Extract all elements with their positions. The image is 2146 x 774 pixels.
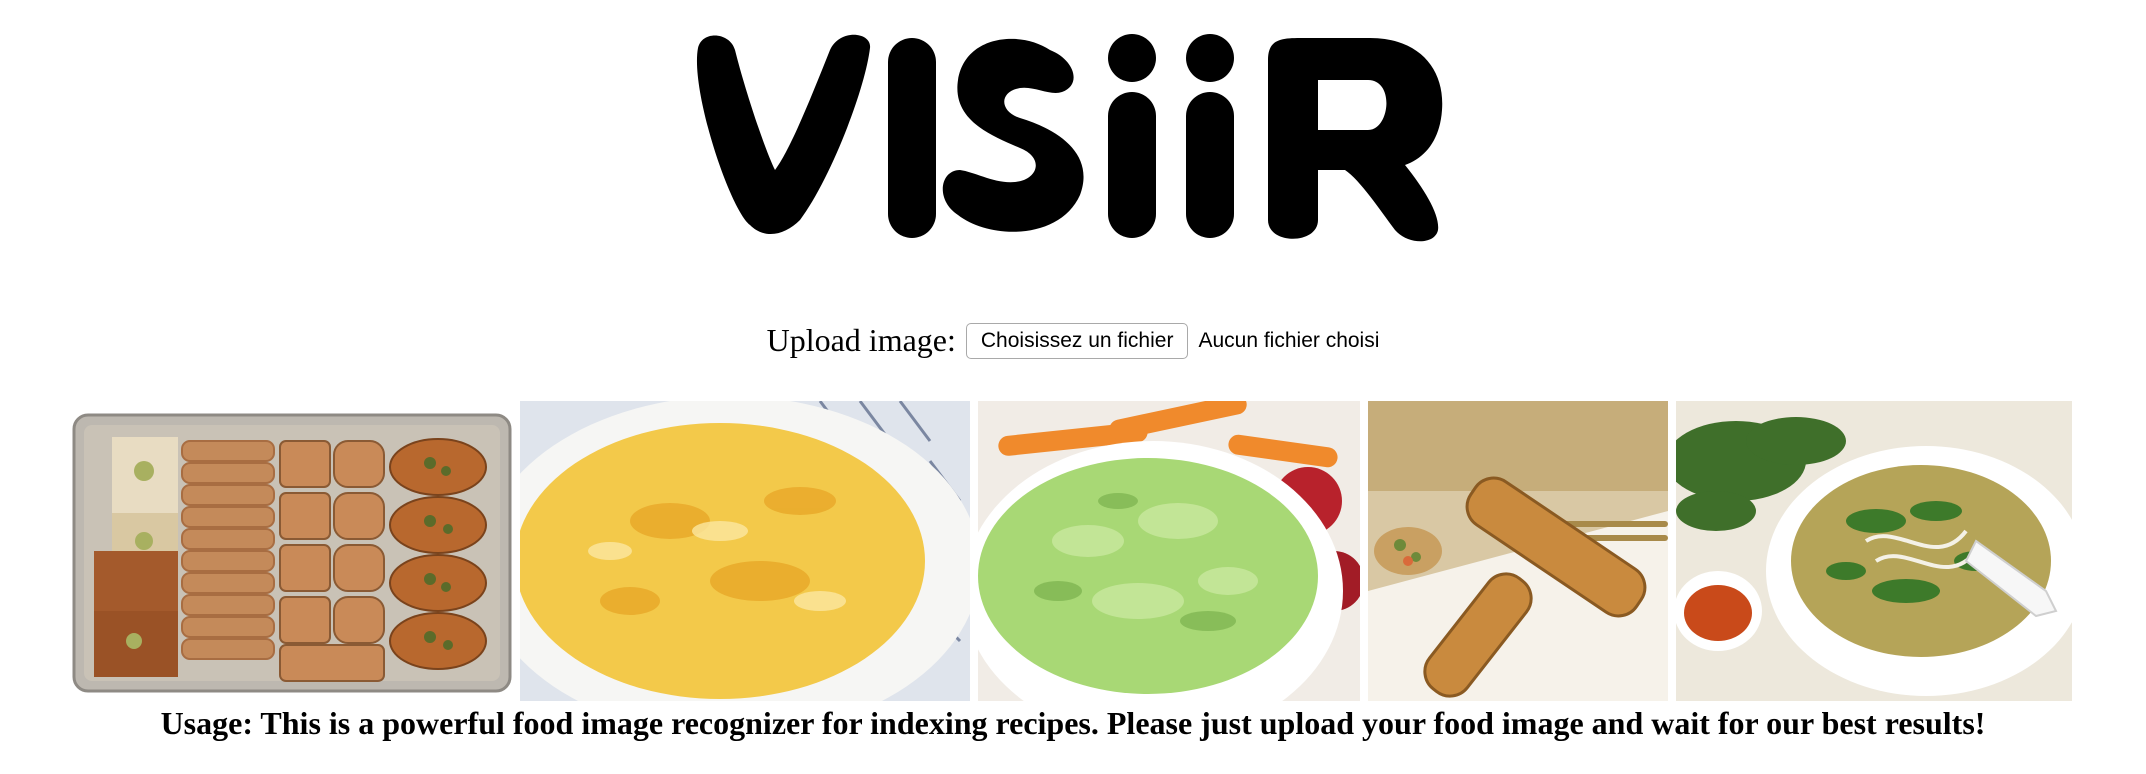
gallery-image-baklava[interactable] bbox=[68, 401, 513, 701]
upload-row: Upload image: Choisissez un fichier Aucu… bbox=[0, 322, 2146, 359]
gallery-image-pho[interactable] bbox=[1676, 401, 2072, 701]
file-status: Aucun fichier choisi bbox=[1198, 328, 1380, 352]
gallery-image-spring-rolls[interactable] bbox=[1368, 401, 1668, 701]
gallery-image-green-dip[interactable] bbox=[978, 401, 1360, 701]
choose-file-button[interactable]: Choisissez un fichier bbox=[965, 322, 1189, 359]
example-gallery bbox=[0, 401, 2146, 701]
gallery-image-omelette[interactable] bbox=[520, 401, 970, 701]
visiir-logo bbox=[696, 34, 1443, 242]
usage-text: Usage: This is a powerful food image rec… bbox=[160, 705, 1986, 741]
upload-label: Upload image: bbox=[766, 322, 956, 358]
